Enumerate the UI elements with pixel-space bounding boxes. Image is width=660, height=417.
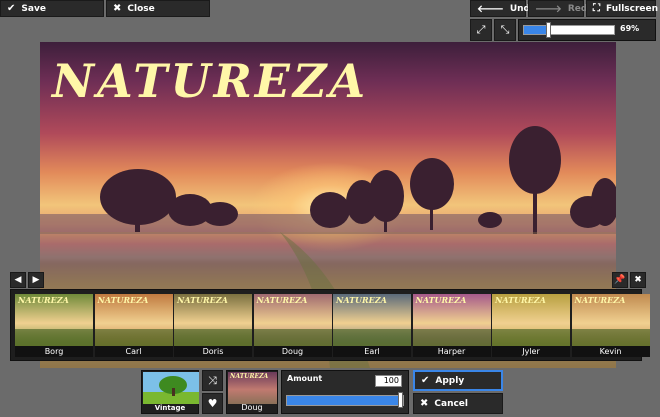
amount-label: Amount	[287, 374, 323, 383]
fullscreen-button[interactable]: ⛶ Fullscreen	[586, 0, 659, 17]
favorite-button[interactable]: ♥	[202, 393, 223, 414]
filter-thumb[interactable]: NATUREZA Carl	[94, 294, 173, 357]
cancel-label: Cancel	[434, 398, 468, 409]
selected-filter-thumb: NATUREZA Doug	[226, 370, 278, 414]
fullscreen-label: Fullscreen	[606, 3, 659, 14]
close-label: Close	[127, 3, 155, 14]
filter-label: Jyler	[492, 346, 570, 357]
check-icon: ✔	[7, 3, 16, 14]
tree-thumbnail-image	[143, 372, 199, 404]
save-label: Save	[21, 3, 46, 14]
shuffle-icon: ⤨	[208, 373, 217, 387]
selected-filter-label: Doug	[241, 403, 263, 412]
filter-preview-text: NATUREZA	[495, 295, 546, 305]
redo-arrow-icon: 🡒	[535, 3, 562, 15]
filter-preview-text: NATUREZA	[415, 295, 467, 305]
apply-button[interactable]: ✔ Apply	[413, 370, 503, 391]
filter-preview-text: NATUREZA	[177, 295, 228, 305]
filter-strip: NATUREZA Borg NATUREZA Carl NATUREZA Doris NAT…	[10, 289, 650, 361]
filter-preview-text: NATUREZA	[336, 295, 387, 305]
filter-thumb[interactable]: NATUREZA Kevin	[571, 294, 650, 357]
amount-slider-fill	[287, 396, 403, 405]
filter-thumb[interactable]: NATUREZA Earl	[333, 294, 411, 357]
filter-label: Doug	[253, 346, 332, 357]
close-icon: ✖	[634, 275, 642, 285]
amount-slider-handle[interactable]	[398, 392, 403, 408]
apply-label: Apply	[435, 375, 465, 386]
filter-label: Borg	[15, 346, 93, 357]
arrow-left-icon: ◀	[14, 275, 22, 285]
undo-button[interactable]: 🡐 Undo	[470, 0, 536, 17]
pin-button[interactable]: 📌	[612, 272, 628, 288]
filter-label: Kevin	[571, 346, 650, 357]
close-button[interactable]: ✖ Close	[106, 0, 210, 17]
close-icon: ✖	[420, 398, 429, 409]
category-label: Vintage	[154, 404, 186, 412]
filter-preview-text: NATUREZA	[574, 295, 626, 305]
filter-label: Doris	[174, 346, 252, 357]
filter-label: Harper	[412, 346, 491, 357]
filter-label: Earl	[333, 346, 411, 357]
filter-label: Carl	[94, 346, 173, 357]
filter-thumb[interactable]: NATUREZA Doug	[253, 294, 332, 357]
filter-thumb[interactable]: NATUREZA Borg	[15, 294, 93, 357]
overlay-text: NATUREZA	[52, 54, 369, 108]
close-icon: ✖	[113, 3, 122, 14]
filter-thumb[interactable]: NATUREZA Jyler	[492, 294, 570, 357]
filter-preview-text: NATUREZA	[256, 295, 308, 305]
category-thumb[interactable]: Vintage	[141, 370, 199, 414]
strip-prev-button[interactable]: ◀	[10, 272, 26, 288]
strip-next-button[interactable]: ▶	[28, 272, 44, 288]
zoom-slider[interactable]	[523, 25, 615, 35]
zoom-slider-handle[interactable]	[545, 22, 551, 38]
selected-filter-text: NATUREZA	[230, 373, 269, 380]
cancel-button[interactable]: ✖ Cancel	[413, 393, 503, 414]
zoom-slider-fill	[524, 26, 549, 34]
pin-icon: 📌	[614, 275, 626, 285]
arrow-right-icon: ▶	[32, 275, 40, 285]
zoom-percent: 69%	[620, 24, 640, 33]
zoom-fit-button[interactable]: ⤢	[470, 19, 492, 41]
check-icon: ✔	[421, 375, 430, 386]
zoom-actual-icon: ⤡	[500, 23, 510, 36]
save-button[interactable]: ✔ Save	[0, 0, 104, 17]
heart-icon: ♥	[207, 397, 218, 410]
undo-arrow-icon: 🡐	[477, 3, 504, 15]
filter-preview-text: NATUREZA	[97, 295, 149, 305]
filter-thumb[interactable]: NATUREZA Doris	[174, 294, 252, 357]
filter-preview-text: NATUREZA	[18, 295, 69, 305]
zoom-actual-button[interactable]: ⤡	[494, 19, 516, 41]
zoom-fit-icon: ⤢	[476, 23, 486, 36]
amount-input[interactable]: 100	[375, 375, 402, 387]
fullscreen-icon: ⛶	[593, 3, 600, 14]
amount-slider[interactable]	[286, 395, 404, 406]
redo-button[interactable]: 🡒 Redo	[528, 0, 594, 17]
strip-close-button[interactable]: ✖	[630, 272, 646, 288]
filter-thumb[interactable]: NATUREZA Harper	[412, 294, 491, 357]
shuffle-button[interactable]: ⤨	[202, 370, 223, 391]
